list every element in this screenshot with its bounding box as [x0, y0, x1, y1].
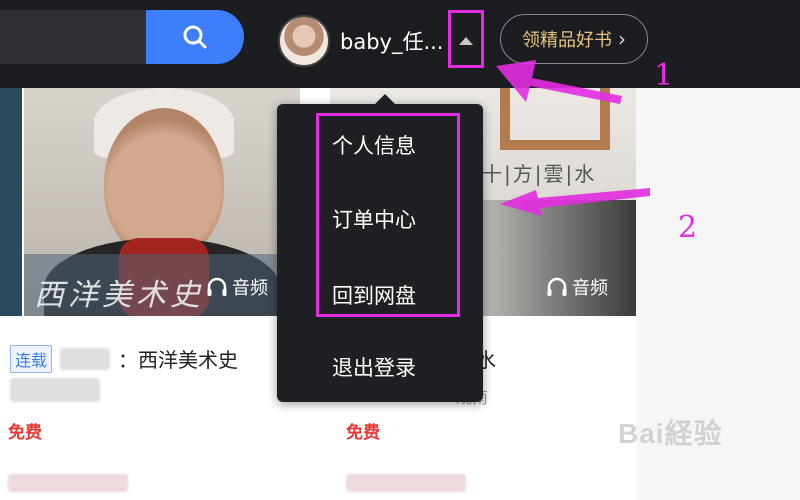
arrow-1	[496, 60, 622, 104]
annotation-label-2: 2	[678, 210, 698, 245]
watermark: Bai経验	[618, 418, 723, 449]
arrow-2	[500, 188, 650, 216]
annotation-label-1: 1	[654, 58, 674, 93]
